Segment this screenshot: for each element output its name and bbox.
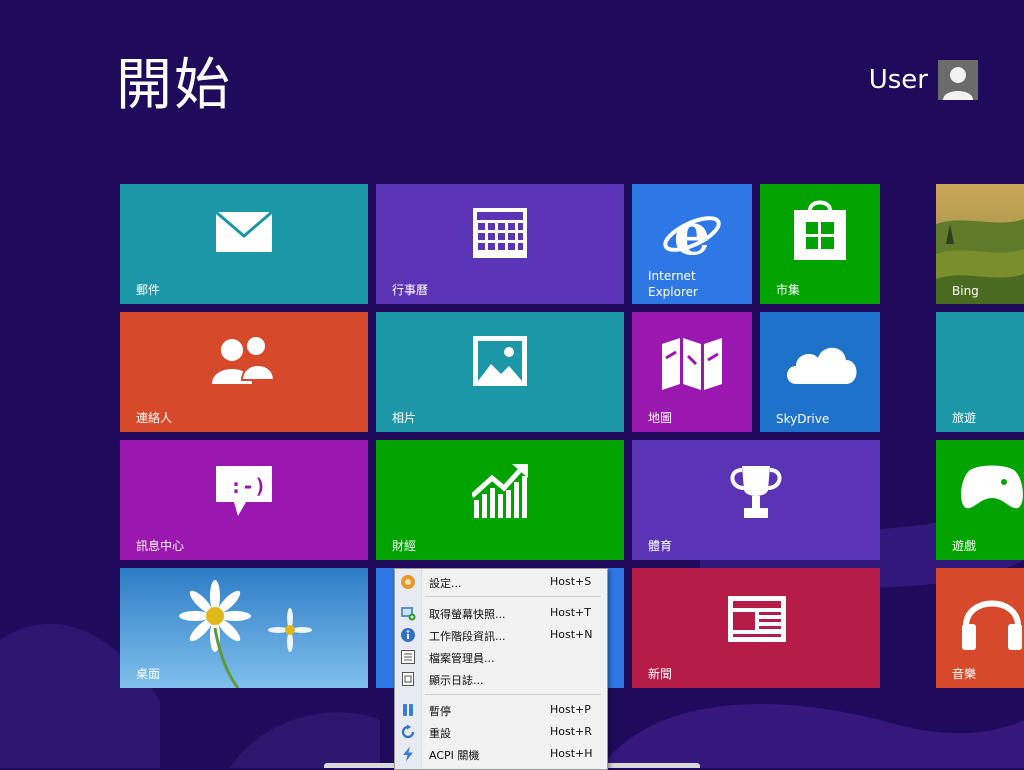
menu-item-screenshot[interactable]: 取得螢幕快照... Host+T: [395, 603, 607, 623]
menu-item-shortcut: Host+N: [550, 628, 593, 641]
reset-icon: [401, 724, 415, 739]
settings-icon: [401, 575, 415, 589]
tile-travel[interactable]: 旅遊: [936, 312, 1024, 432]
store-icon: [794, 200, 846, 260]
messaging-emoticon: :-): [230, 474, 267, 498]
tile-mail[interactable]: 郵件: [120, 184, 368, 304]
tile-games[interactable]: 遊戲: [936, 440, 1024, 560]
menu-item-file-manager[interactable]: 檔案管理員...: [395, 647, 607, 667]
tile-label: 遊戲: [952, 539, 977, 553]
internet-explorer-icon: e: [663, 204, 721, 264]
tile-label: 新聞: [648, 667, 673, 681]
tile-internet-explorer[interactable]: e Internet Explorer: [632, 184, 752, 304]
menu-item-pause[interactable]: 暫停 Host+P: [395, 700, 607, 720]
tile-skydrive[interactable]: SkyDrive: [760, 312, 880, 432]
menu-item-label: 重設: [429, 727, 451, 740]
start-title: 開始: [116, 53, 232, 118]
tile-label: 財經: [392, 539, 417, 553]
tile-calendar[interactable]: 行事曆: [376, 184, 624, 304]
tile-label: 連絡人: [136, 411, 173, 425]
menu-item-shortcut: Host+H: [550, 747, 593, 760]
people-icon: [212, 336, 276, 384]
menu-item-shortcut: Host+P: [550, 703, 591, 716]
cloud-icon: [787, 347, 857, 384]
log-icon: [402, 672, 414, 686]
tile-finance[interactable]: 財經: [376, 440, 624, 560]
tile-label: SkyDrive: [776, 412, 830, 426]
acpi-shutdown-icon: [403, 746, 413, 762]
headphones-icon: [962, 600, 1022, 650]
tile-label: 市集: [776, 283, 801, 297]
menu-item-label: 設定...: [429, 577, 462, 590]
bing-landscape-image: [936, 184, 1024, 304]
tile-photos[interactable]: 相片: [376, 312, 624, 432]
menu-item-reset[interactable]: 重設 Host+R: [395, 722, 607, 742]
tile-label: 郵件: [136, 283, 161, 297]
svg-text:e: e: [674, 204, 711, 264]
mail-icon: [216, 212, 272, 252]
tile-label: 訊息中心: [136, 539, 185, 553]
host-context-menu: 設定... Host+S 取得螢幕快照... Host+T 工作階段資訊... …: [394, 568, 608, 770]
tile-maps[interactable]: 地圖: [632, 312, 752, 432]
menu-item-acpi-shutdown[interactable]: ACPI 關機 Host+H: [395, 744, 607, 764]
tile-label: 地圖: [648, 411, 673, 425]
menu-item-label: ACPI 關機: [429, 749, 480, 762]
tile-messaging[interactable]: :-) 訊息中心: [120, 440, 368, 560]
tile-label-line1: Internet: [648, 269, 696, 283]
user-name: User: [868, 65, 928, 95]
menu-item-label: 取得螢幕快照...: [429, 608, 506, 621]
menu-item-label: 顯示日誌...: [429, 674, 484, 687]
menu-item-show-log[interactable]: 顯示日誌...: [395, 669, 607, 689]
menu-item-label: 工作階段資訊...: [429, 630, 506, 643]
tile-label: Internet Explorer: [648, 268, 698, 300]
tile-label: 旅遊: [952, 411, 977, 425]
tile-music[interactable]: 音樂: [936, 568, 1024, 688]
tile-label: Bing: [952, 284, 979, 298]
menu-item-shortcut: Host+R: [550, 725, 592, 738]
tile-sports[interactable]: 體育: [632, 440, 880, 560]
menu-item-session-info[interactable]: 工作階段資訊... Host+N: [395, 625, 607, 645]
tile-store[interactable]: 市集: [760, 184, 880, 304]
menu-item-shortcut: Host+S: [550, 575, 592, 588]
maps-icon: [662, 338, 722, 390]
tile-label: 體育: [648, 539, 673, 553]
pause-icon: [403, 704, 413, 716]
finance-chart-icon: [472, 464, 528, 518]
tile-bing[interactable]: Bing: [936, 184, 1024, 304]
tile-desktop[interactable]: 桌面: [120, 568, 368, 688]
calendar-icon: [473, 208, 527, 258]
tile-label: 行事曆: [392, 283, 429, 297]
xbox-controller-icon: [961, 465, 1023, 509]
screenshot-icon: [401, 607, 416, 621]
tile-news[interactable]: 新聞: [632, 568, 880, 688]
photos-icon: [473, 336, 527, 386]
tile-label-line2: Explorer: [648, 285, 698, 299]
menu-item-label: 暫停: [429, 705, 451, 718]
news-icon: [728, 596, 786, 642]
user-avatar-icon: [938, 60, 978, 100]
menu-item-settings[interactable]: 設定... Host+S: [395, 572, 607, 592]
file-manager-icon: [401, 650, 415, 664]
info-icon: [401, 628, 415, 642]
menu-separator: [425, 596, 601, 597]
tile-label: 桌面: [136, 667, 161, 681]
menu-separator: [425, 694, 601, 695]
tile-label: 相片: [392, 411, 417, 425]
menu-item-label: 檔案管理員...: [429, 652, 495, 665]
user-account[interactable]: User: [869, 60, 978, 100]
menu-item-shortcut: Host+T: [550, 606, 591, 619]
trophy-icon: [730, 466, 782, 518]
tile-people[interactable]: 連絡人: [120, 312, 368, 432]
tile-label: 音樂: [952, 667, 977, 681]
